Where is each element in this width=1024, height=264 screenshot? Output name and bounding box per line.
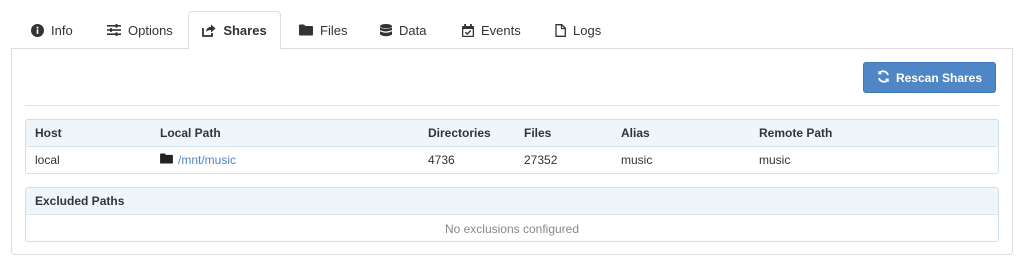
folder-icon [299,24,313,36]
sliders-icon [107,24,121,36]
share-square-icon [202,24,216,37]
host-cell: local [35,153,60,167]
divider [25,105,999,106]
local-path-cell: /mnt/music [160,153,236,167]
database-icon [380,23,392,37]
rescan-shares-label: Rescan Shares [895,70,983,85]
tab-label: Events [481,22,521,38]
excluded-paths-header: Excluded Paths [26,188,998,215]
tab-label: Shares [223,23,267,38]
tab-data[interactable]: Data [380,11,426,49]
excluded-paths-table: Excluded Paths No exclusions configured [25,187,999,242]
folder-icon [160,153,173,167]
files-cell: 27352 [524,153,558,167]
refresh-icon [877,69,890,86]
remote-path-cell: music [759,153,791,167]
tab-shares[interactable]: Shares [188,11,281,50]
empty-state-text: No exclusions configured [444,222,580,236]
tab-label: Files [320,22,348,38]
tab-label: Logs [573,22,602,38]
tab-events[interactable]: Events [462,11,521,49]
column-header-alias[interactable]: Alias [621,126,650,140]
table-header: Host Local Path Directories Files Alias … [26,120,998,147]
column-header-files[interactable]: Files [524,126,551,140]
tab-label: Info [51,22,73,38]
alias-cell: music [621,153,653,167]
info-circle-icon [31,23,44,37]
tab-label: Options [128,22,173,38]
column-header-host[interactable]: Host [35,126,62,140]
rescan-shares-button[interactable]: Rescan Shares [863,62,996,93]
tab-logs[interactable]: Logs [555,11,601,49]
tab-options[interactable]: Options [107,11,173,49]
column-header-local-path[interactable]: Local Path [160,126,221,140]
tab-info[interactable]: Info [31,11,73,49]
tab-bar: Info Options Shares Files Data Events Lo… [11,11,1013,50]
calendar-check-icon [462,23,474,37]
shares-table: Host Local Path Directories Files Alias … [25,119,999,174]
tab-label: Data [399,22,427,38]
column-header-directories[interactable]: Directories [428,126,491,140]
tab-files[interactable]: Files [299,11,347,49]
file-icon [555,23,566,37]
excluded-paths-title: Excluded Paths [35,194,125,208]
local-path-link[interactable]: /mnt/music [178,153,236,167]
directories-cell: 4736 [428,153,455,167]
column-header-remote-path[interactable]: Remote Path [759,126,832,140]
